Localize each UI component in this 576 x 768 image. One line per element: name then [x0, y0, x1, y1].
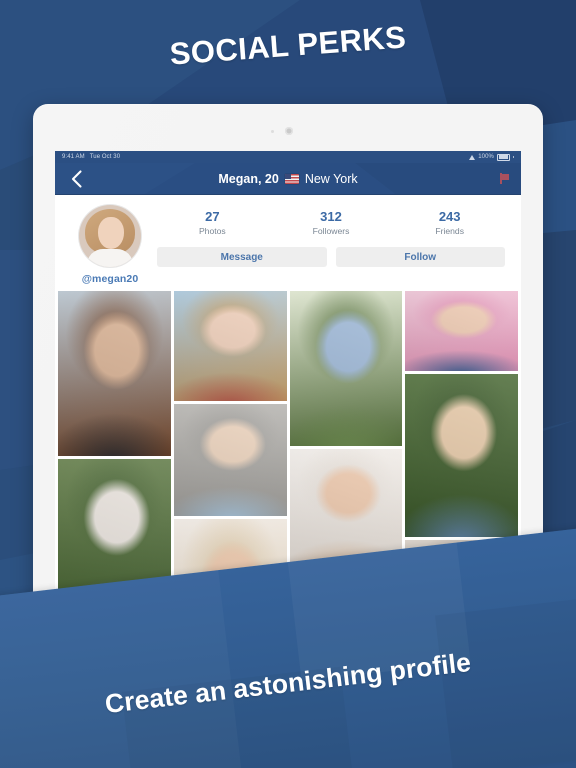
status-time: 9:41 AM: [62, 154, 85, 160]
photo-sheen: [173, 404, 287, 516]
stat-photos-label: Photos: [198, 226, 226, 237]
profile-header: @megan20 27 Photos 312 Followers 243 Fri…: [55, 195, 521, 291]
photo-thumbnail: [173, 291, 287, 401]
photo-tile[interactable]: [289, 291, 403, 446]
photo-tile[interactable]: [173, 291, 287, 401]
chevron-left-icon: [71, 169, 82, 188]
photo-sheen: [173, 291, 287, 401]
stat-friends-value: 243: [438, 209, 461, 224]
stat-photos-value: 27: [205, 209, 220, 224]
photo-thumbnail: [289, 291, 403, 446]
battery-icon: [497, 153, 510, 161]
nav-title-group: Megan, 20 New York: [218, 172, 357, 186]
avatar-column: @megan20: [67, 205, 153, 285]
stat-friends[interactable]: 243 Friends: [390, 209, 509, 238]
stat-followers[interactable]: 312 Followers: [272, 209, 391, 238]
stat-followers-value: 312: [320, 209, 342, 224]
wifi-icon: [469, 154, 476, 160]
profile-handle: @megan20: [81, 273, 139, 285]
status-bar-left: 9:41 AM Tue Oct 30: [62, 154, 120, 160]
front-camera-icon: [285, 127, 293, 135]
photo-thumbnail: [58, 291, 171, 456]
photo-tile[interactable]: [173, 404, 287, 516]
avatar[interactable]: [79, 205, 141, 267]
profile-details: 27 Photos 312 Followers 243 Friends Mess…: [153, 205, 509, 285]
photo-tile[interactable]: [58, 291, 171, 456]
status-date: Tue Oct 30: [89, 154, 121, 160]
message-button[interactable]: Message: [157, 247, 327, 268]
battery-percent: 100%: [478, 154, 494, 160]
photo-thumbnail: [405, 374, 518, 537]
photo-tile[interactable]: [405, 291, 518, 371]
photo-sheen: [405, 291, 518, 371]
profile-city: New York: [304, 171, 358, 186]
follow-button[interactable]: Follow: [335, 247, 505, 268]
photo-sheen: [289, 291, 403, 446]
ambient-sensor-icon: [271, 130, 274, 133]
back-button[interactable]: [65, 163, 88, 194]
report-flag-icon: [500, 173, 509, 184]
stats-row: 27 Photos 312 Followers 243 Friends: [153, 209, 509, 238]
stat-photos[interactable]: 27 Photos: [153, 209, 272, 238]
photo-thumbnail: [173, 404, 287, 516]
photo-tile[interactable]: [405, 374, 518, 537]
navigation-bar: Megan, 20 New York: [55, 163, 521, 195]
profile-name-age: Megan, 20: [218, 171, 279, 186]
avatar-shirt: [87, 249, 133, 267]
battery-cap-icon: [513, 155, 514, 159]
stat-followers-label: Followers: [312, 226, 350, 237]
photo-sheen: [405, 374, 518, 537]
us-flag-icon: [284, 173, 299, 184]
photo-thumbnail: [405, 291, 518, 371]
stat-friends-label: Friends: [435, 226, 464, 237]
avatar-face: [98, 217, 124, 249]
screenshot-stage: SOCIAL PERKS 9:41 AM Tue Oct 30 100% Meg…: [0, 0, 576, 768]
report-button[interactable]: [500, 163, 509, 194]
status-bar-right: 100%: [469, 153, 514, 161]
status-bar: 9:41 AM Tue Oct 30 100%: [55, 151, 521, 163]
photo-sheen: [58, 291, 171, 456]
action-buttons: Message Follow: [153, 247, 509, 268]
